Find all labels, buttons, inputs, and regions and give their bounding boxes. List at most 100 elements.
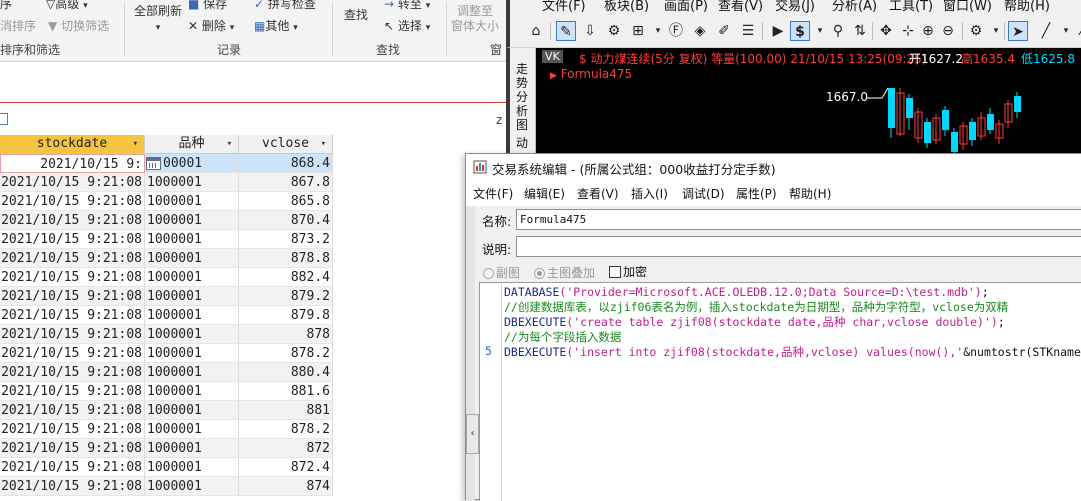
table-row[interactable]: 2021/10/15 9:21:08 1000001 867.8 [0,173,333,192]
sort-button[interactable]: 序 [0,0,12,12]
other-button[interactable]: ▦其他 ▾ [254,17,298,34]
play-icon[interactable]: ▶ [768,21,788,41]
menu-sector[interactable]: 板块(B) [604,0,649,14]
cell-stockdate[interactable]: 2021/10/15 9:21:08 [0,249,145,268]
filter-icon[interactable]: ⚲ [828,21,848,41]
table-row[interactable]: 2021/10/15 9:21:08 1000001 870.4 [0,211,333,230]
save-record-button[interactable]: ■ 保存 [188,0,227,12]
table-row[interactable]: 2021/10/15 9:21:08 1000001 878.2 [0,420,333,439]
resize-to-form-button[interactable]: 调整至 窗体大小 [449,4,501,34]
cell-variety[interactable]: 00001 [145,154,239,173]
cell-variety[interactable]: 1000001 [145,344,239,363]
goto-button[interactable]: → 转至 ▾ [384,0,430,12]
zoom-out-icon[interactable]: ⊖ [938,21,958,41]
cell-vclose[interactable]: 870.4 [239,211,333,230]
dropdown-arrow-icon[interactable]: ▾ [227,135,232,153]
dropdown-arrow-icon[interactable]: ▾ [133,135,138,153]
cell-vclose[interactable]: 867.8 [239,173,333,192]
table-row[interactable]: 2021/10/15 9:21:08 1000001 878 [0,325,333,344]
cell-vclose[interactable]: 879.8 [239,306,333,325]
main-overlay-radio[interactable]: 主图叠加 [534,264,595,281]
subchart-radio[interactable]: 副图 [483,264,520,281]
cell-stockdate[interactable]: 2021/10/15 9:21:08 [0,306,145,325]
cell-vclose[interactable]: 881 [239,401,333,420]
cell-vclose[interactable]: 878.2 [239,344,333,363]
cell-vclose[interactable]: 874 [239,477,333,496]
chevron-down-icon[interactable]: ▾ [648,21,668,41]
menu-help[interactable]: 帮助(H) [1004,0,1050,14]
menu-list-icon[interactable]: ☰ [738,21,758,41]
name-input[interactable]: Formula475 [516,209,1081,230]
toggle-filter-button[interactable]: ▼ 切换筛选 [48,17,109,34]
cell-stockdate[interactable]: 2021/10/15 9:21:08 [0,439,145,458]
column-header-vclose[interactable]: vclose ▾ [239,135,333,154]
menu-window[interactable]: 窗口(W) [943,0,992,14]
chevron-down-icon[interactable]: ▾ [986,21,1006,41]
table-row[interactable]: 2021/10/15 9: 00001 868.4 [0,154,333,173]
cell-variety[interactable]: 1000001 [145,268,239,287]
cell-variety[interactable]: 1000001 [145,401,239,420]
cell-variety[interactable]: 1000001 [145,363,239,382]
cell-vclose[interactable]: 865.8 [239,192,333,211]
dropdown-arrow-icon[interactable]: ▾ [321,135,326,153]
cell-stockdate[interactable]: 2021/10/15 9:21:08 [0,401,145,420]
dialog-menu-help[interactable]: 帮助(H) [789,185,831,202]
table-icon[interactable] [0,113,8,125]
move-icon[interactable]: ✥ [876,21,896,41]
cell-vclose[interactable]: 878.8 [239,249,333,268]
dialog-menu-insert[interactable]: 插入(I) [631,185,668,202]
refresh-all-button[interactable]: 全部刷新 ▾ [131,4,185,36]
dollar-icon[interactable]: $ [790,21,810,41]
menu-analysis[interactable]: 分析(A) [832,0,877,14]
cell-variety[interactable]: 1000001 [145,249,239,268]
description-input[interactable] [516,236,1081,257]
cell-stockdate[interactable]: 2021/10/15 9:21:08 [0,363,145,382]
table-row[interactable]: 2021/10/15 9:21:08 1000001 873.2 [0,230,333,249]
cell-stockdate[interactable]: 2021/10/15 9:21:08 [0,211,145,230]
spell-check-button[interactable]: ✓ 拼写检查 [254,0,316,12]
table-row[interactable]: 2021/10/15 9:21:08 1000001 881 [0,401,333,420]
find-button[interactable]: 查找 [344,6,368,23]
cell-variety[interactable]: 1000001 [145,382,239,401]
cell-vclose[interactable]: 873.2 [239,230,333,249]
dialog-menu-edit[interactable]: 编辑(E) [524,185,565,202]
cell-stockdate[interactable]: 2021/10/15 9:21:08 [0,458,145,477]
cell-stockdate[interactable]: 2021/10/15 9:21:08 [0,325,145,344]
menu-screen[interactable]: 画面(P) [664,0,708,14]
indicator-icon[interactable]: Ⓕ [666,21,686,41]
home-icon[interactable]: ⌂ [526,21,546,41]
menu-trade[interactable]: 交易(J) [775,0,815,14]
line-tool-icon[interactable]: ╱ [1036,21,1056,41]
collapse-panel-button[interactable]: ‹ [466,414,479,454]
cell-stockdate[interactable]: 2021/10/15 9:21:08 [0,287,145,306]
table-row[interactable]: 2021/10/15 9:21:08 1000001 879.2 [0,287,333,306]
cell-vclose[interactable]: 882.4 [239,268,333,287]
select-button[interactable]: ↖ 选择 ▾ [384,17,430,34]
table-row[interactable]: 2021/10/15 9:21:08 1000001 872.4 [0,458,333,477]
cell-variety[interactable]: 1000001 [145,211,239,230]
column-header-stockdate[interactable]: stockdate ▾ [0,135,145,154]
draw-line-icon[interactable]: ✎ [556,21,576,41]
layout-grid-icon[interactable]: ⊞ [628,21,648,41]
table-row[interactable]: 2021/10/15 9:21:08 1000001 881.6 [0,382,333,401]
table-row[interactable]: 2021/10/15 9:21:08 1000001 872 [0,439,333,458]
dialog-menu-view[interactable]: 查看(V) [577,185,619,202]
cell-variety[interactable]: 1000001 [145,192,239,211]
column-header-variety[interactable]: 品种 ▾ [145,135,239,154]
cell-variety[interactable]: 1000001 [145,287,239,306]
gear-icon[interactable]: ⚙ [966,21,986,41]
cell-variety[interactable]: 1000001 [145,325,239,344]
slash-tool-icon[interactable]: ⁄ [1072,21,1081,41]
delete-record-button[interactable]: ✕ 删除 ▾ [188,17,234,34]
cell-vclose[interactable]: 878.2 [239,420,333,439]
cell-stockdate[interactable]: 2021/10/15 9:21:08 [0,477,145,496]
dialog-menu-debug[interactable]: 调试(D) [682,185,725,202]
menu-view[interactable]: 查看(V) [718,0,763,14]
settings-icon[interactable]: ⚙ [604,21,624,41]
edit-icon[interactable]: ✐ [714,21,734,41]
cell-vclose[interactable]: 879.2 [239,287,333,306]
cell-vclose[interactable]: 868.4 [239,154,333,173]
cell-stockdate[interactable]: 2021/10/15 9: [0,154,145,173]
table-row[interactable]: 2021/10/15 9:21:08 1000001 865.8 [0,192,333,211]
menu-tools[interactable]: 工具(T) [889,0,933,14]
